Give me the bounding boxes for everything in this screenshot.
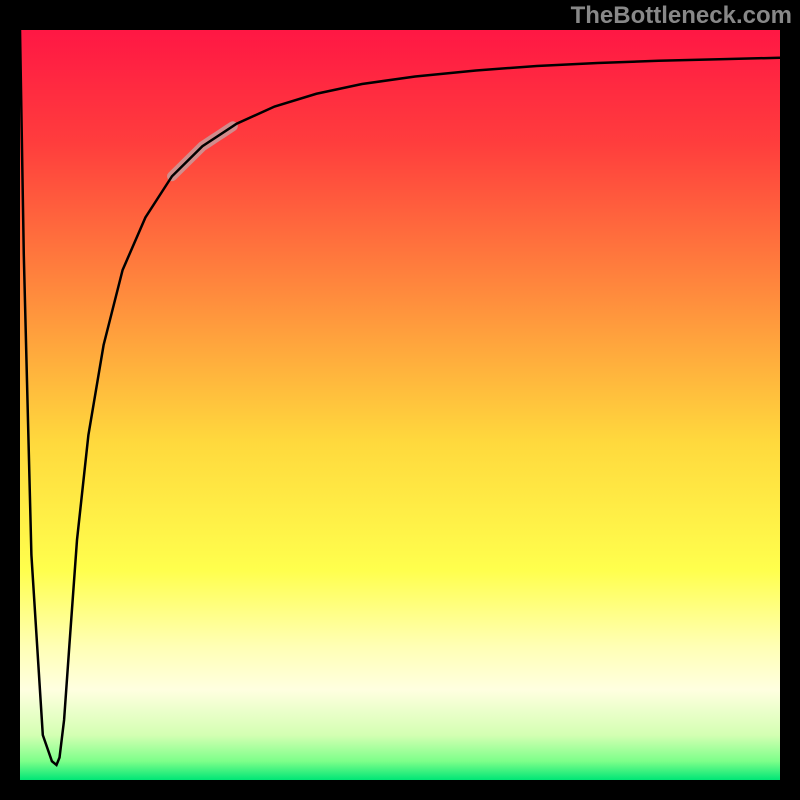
bottleneck-chart: TheBottleneck.com — [0, 0, 800, 800]
watermark-text: TheBottleneck.com — [571, 2, 792, 30]
plot-background — [20, 30, 780, 780]
chart-svg — [0, 0, 800, 800]
